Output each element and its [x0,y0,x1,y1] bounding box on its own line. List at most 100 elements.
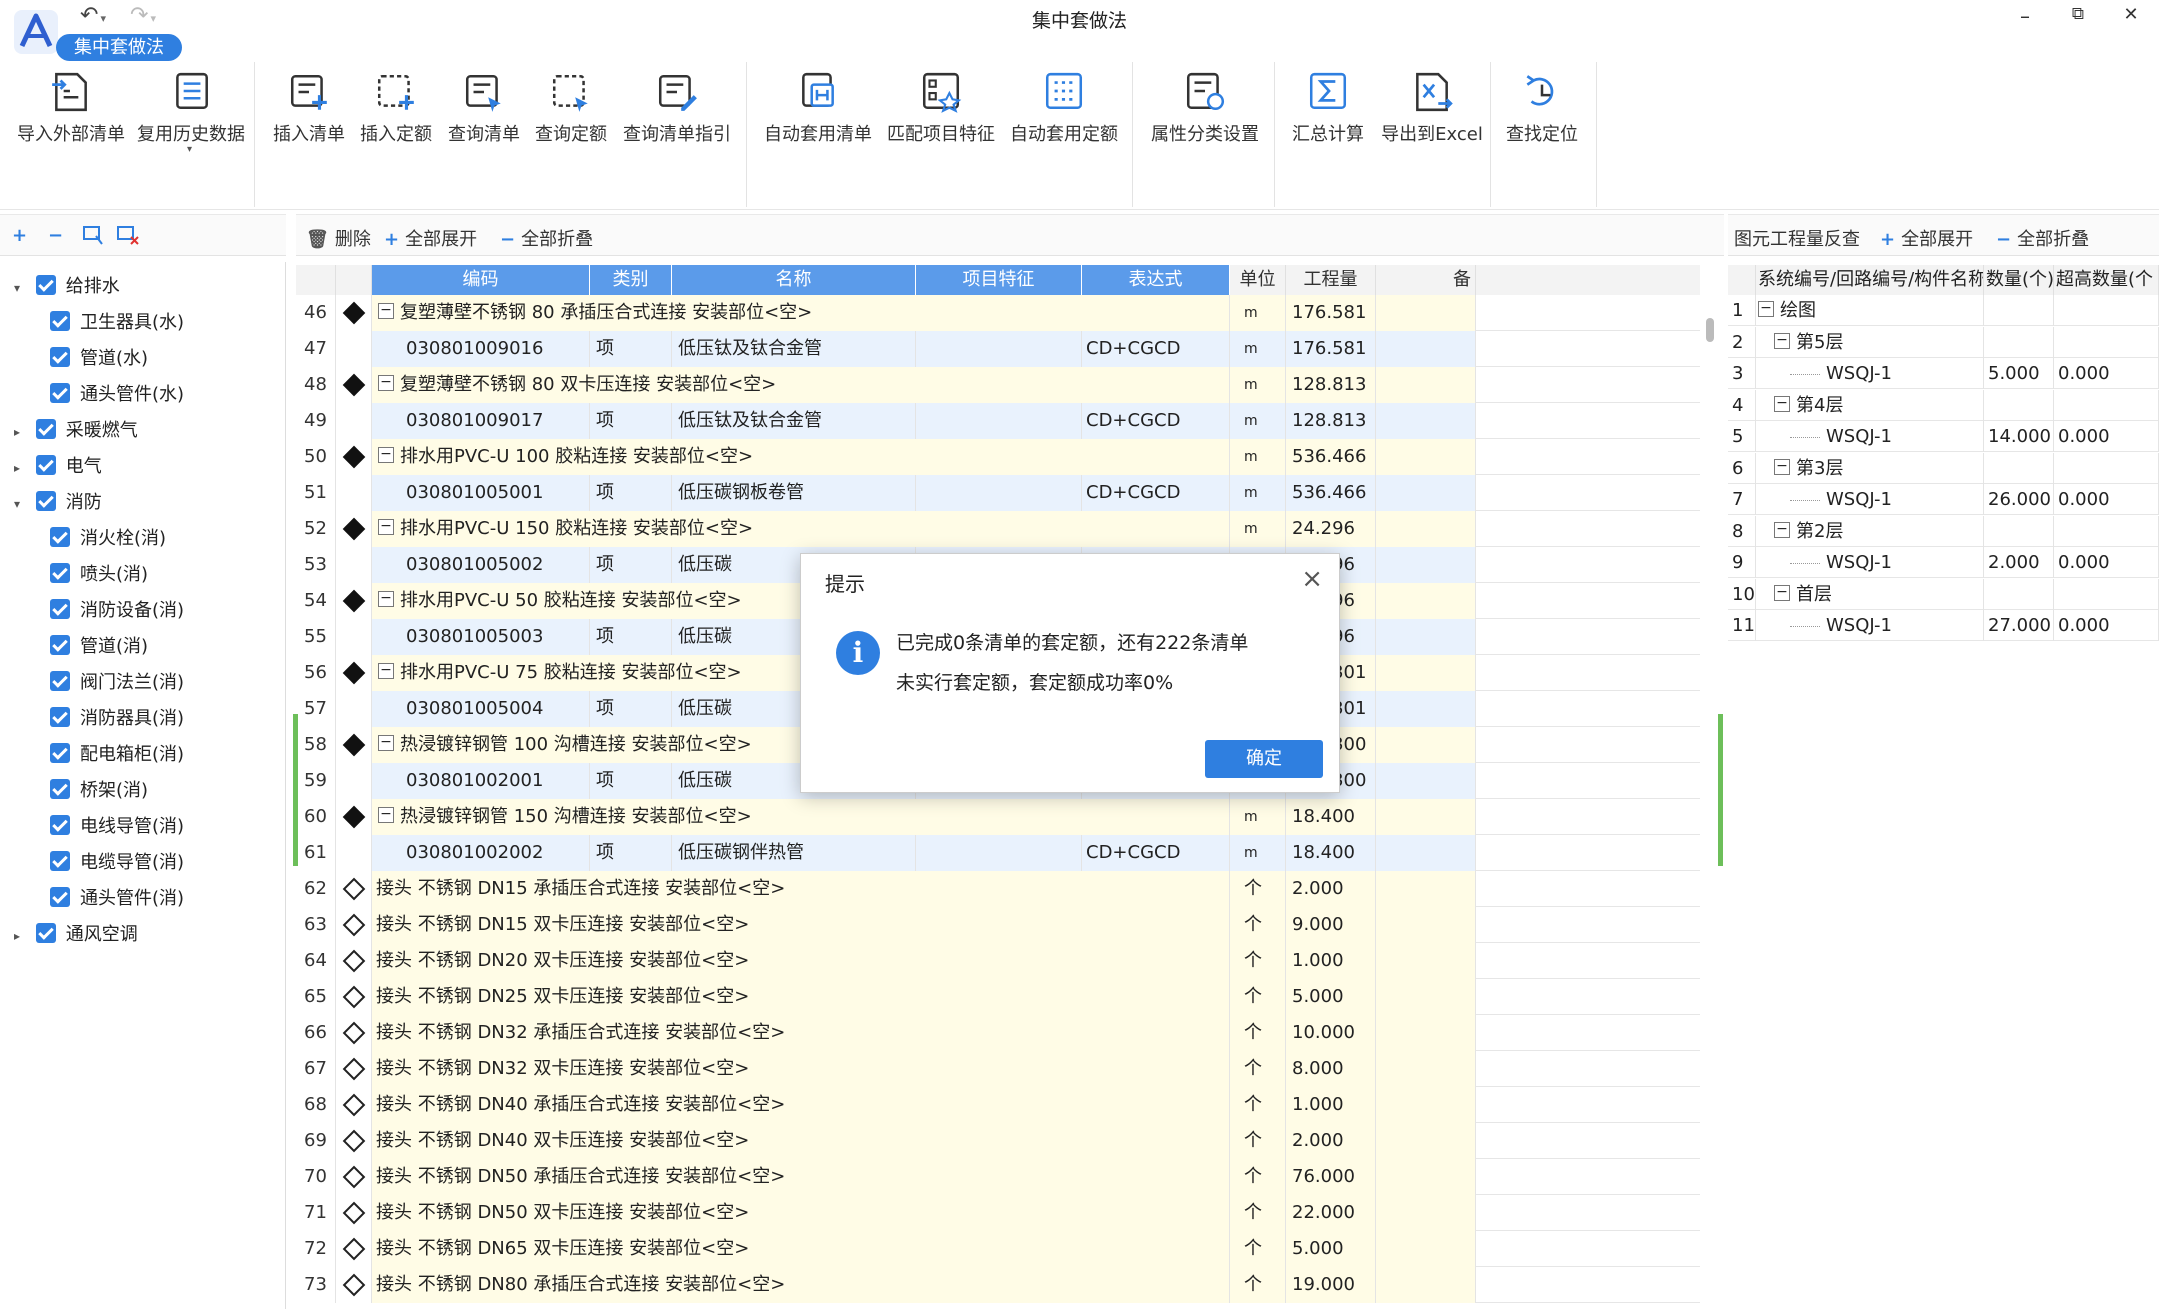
tree-node[interactable]: ▸ 通风空调 [14,917,138,953]
cell-unit[interactable]: m [1230,799,1286,835]
reverse-row[interactable]: 9 WSQJ-1 2.000 0.000 [1728,547,2159,578]
reverse-over-qty[interactable] [2054,389,2159,421]
auto-apply-quota-button[interactable]: 自动套用定额 [1008,62,1120,146]
dialog-close-icon[interactable]: × [1301,564,1323,594]
cell-unit[interactable]: 个 [1230,871,1286,907]
cell-name[interactable]: 低压碳钢伴热管 [672,835,916,871]
cell-unit[interactable]: m [1230,511,1286,547]
reverse-label-cell[interactable]: − 第5层 [1756,326,1984,358]
cell-unit[interactable]: 个 [1230,1267,1286,1303]
checkbox[interactable] [50,851,70,871]
cell-expr[interactable]: CD+CGCD [1082,835,1230,871]
cell-desc[interactable]: − 复塑薄壁不锈钢 80 承插压合式连接 安装部位<空> [372,295,1230,331]
cell-expr[interactable]: CD+CGCD [1082,331,1230,367]
checkbox[interactable] [50,779,70,799]
cell-mk[interactable] [336,439,372,475]
cell-qty[interactable]: 19.000 [1286,1267,1376,1303]
cell-rem[interactable] [1376,1087,1476,1123]
cell-desc[interactable]: 接头 不锈钢 DN32 承插压合式连接 安装部位<空> [372,1015,1230,1051]
reverse-label-cell[interactable]: WSQJ-1 [1756,547,1984,578]
column-header[interactable]: 单位 [1230,265,1286,295]
collapse-toggle-icon[interactable]: − [378,447,394,463]
auto-apply-list-button[interactable]: 自动套用清单 [762,62,874,146]
cell-cat[interactable]: 项 [590,619,672,655]
remove-icon[interactable]: − [48,225,63,246]
column-header[interactable]: 备 [1376,265,1476,295]
tree-node[interactable]: 桥架(消) [50,773,148,809]
cell-no[interactable]: 68 [296,1087,336,1123]
cell-feat[interactable] [916,403,1082,439]
checkbox[interactable] [35,419,56,439]
cell-mk[interactable] [336,1267,372,1303]
cell-code[interactable]: 030801005003 [372,619,590,655]
reverse-row[interactable]: 8− 第2层 [1728,515,2159,547]
cell-no[interactable]: 67 [296,1051,336,1087]
tree-node[interactable]: 通头管件(水) [50,377,184,413]
reverse-over-qty[interactable] [2054,578,2159,610]
cell-rem[interactable] [1376,835,1476,871]
table-row[interactable]: 61 030801002002 项低压碳钢伴热管 CD+CGCD m 18.400 [296,835,1700,871]
reverse-over-qty[interactable]: 0.000 [2054,547,2159,578]
reverse-over-qty[interactable]: 0.000 [2054,484,2159,515]
cell-no[interactable]: 49 [296,403,336,439]
collapse-toggle-icon[interactable]: − [378,591,394,607]
restore-button[interactable]: ⧉ [2063,4,2093,24]
cell-code[interactable]: 030801009017 [372,403,590,439]
table-row[interactable]: 64 接头 不锈钢 DN20 双卡压连接 安装部位<空> 个 1.000 [296,943,1700,979]
reverse-qty[interactable] [1984,389,2054,421]
cell-qty[interactable]: 536.466 [1286,475,1376,511]
collapse-toggle-icon[interactable]: − [1774,458,1790,475]
reverse-label-cell[interactable]: − 第4层 [1756,389,1984,421]
cell-desc[interactable]: − 排水用PVC-U 100 胶粘连接 安装部位<空> [372,439,1230,475]
reverse-over-qty[interactable] [2054,515,2159,547]
collapse-toggle-icon[interactable]: − [378,303,394,319]
cell-mk[interactable] [336,511,372,547]
reverse-qty[interactable]: 2.000 [1984,547,2054,578]
cell-no[interactable]: 48 [296,367,336,403]
reverse-qty[interactable] [1984,578,2054,610]
cell-unit[interactable]: m [1230,367,1286,403]
collapse-toggle-icon[interactable]: − [378,807,394,823]
cell-no[interactable]: 52 [296,511,336,547]
cell-desc[interactable]: − 排水用PVC-U 150 胶粘连接 安装部位<空> [372,511,1230,547]
reverse-label-cell[interactable]: − 第3层 [1756,452,1984,484]
cell-mk[interactable] [336,619,372,655]
cell-no[interactable]: 60 [296,799,336,835]
reverse-row[interactable]: 11 WSQJ-1 27.000 0.000 [1728,610,2159,641]
cell-rem[interactable] [1376,655,1476,691]
cell-rem[interactable] [1376,1159,1476,1195]
collapse-all-button[interactable]: − 全部折叠 [500,225,593,251]
cell-desc[interactable]: 接头 不锈钢 DN65 双卡压连接 安装部位<空> [372,1231,1230,1267]
cell-rem[interactable] [1376,295,1476,331]
cell-qty[interactable]: 176.581 [1286,331,1376,367]
cell-qty[interactable]: 24.296 [1286,511,1376,547]
cell-no[interactable]: 64 [296,943,336,979]
cell-code[interactable]: 030801009016 [372,331,590,367]
cell-rem[interactable] [1376,1051,1476,1087]
cell-name[interactable]: 低压碳钢板卷管 [672,475,916,511]
cell-mk[interactable] [336,1051,372,1087]
reverse-row[interactable]: 3 WSQJ-1 5.000 0.000 [1728,358,2159,389]
cell-qty[interactable]: 1.000 [1286,943,1376,979]
tree-node[interactable]: 消火栓(消) [50,521,166,557]
cell-no[interactable]: 65 [296,979,336,1015]
checkbox[interactable] [50,383,70,403]
cell-rem[interactable] [1376,1123,1476,1159]
collapse-toggle-icon[interactable]: − [1774,521,1790,538]
cell-qty[interactable]: 10.000 [1286,1015,1376,1051]
checkbox[interactable] [35,491,56,511]
cell-mk[interactable] [336,583,372,619]
cell-rem[interactable] [1376,907,1476,943]
collapse-toggle-icon[interactable]: − [378,735,394,751]
tree-node[interactable]: 喷头(消) [50,557,148,593]
collapse-toggle-icon[interactable]: − [378,663,394,679]
cell-desc[interactable]: − 热浸镀锌钢管 150 沟槽连接 安装部位<空> [372,799,1230,835]
cell-rem[interactable] [1376,439,1476,475]
cell-qty[interactable]: 1.000 [1286,1087,1376,1123]
cell-rem[interactable] [1376,1195,1476,1231]
cell-no[interactable]: 70 [296,1159,336,1195]
cell-no[interactable]: 66 [296,1015,336,1051]
cell-unit[interactable]: m [1230,835,1286,871]
table-row[interactable]: 69 接头 不锈钢 DN40 双卡压连接 安装部位<空> 个 2.000 [296,1123,1700,1159]
cell-rem[interactable] [1376,331,1476,367]
